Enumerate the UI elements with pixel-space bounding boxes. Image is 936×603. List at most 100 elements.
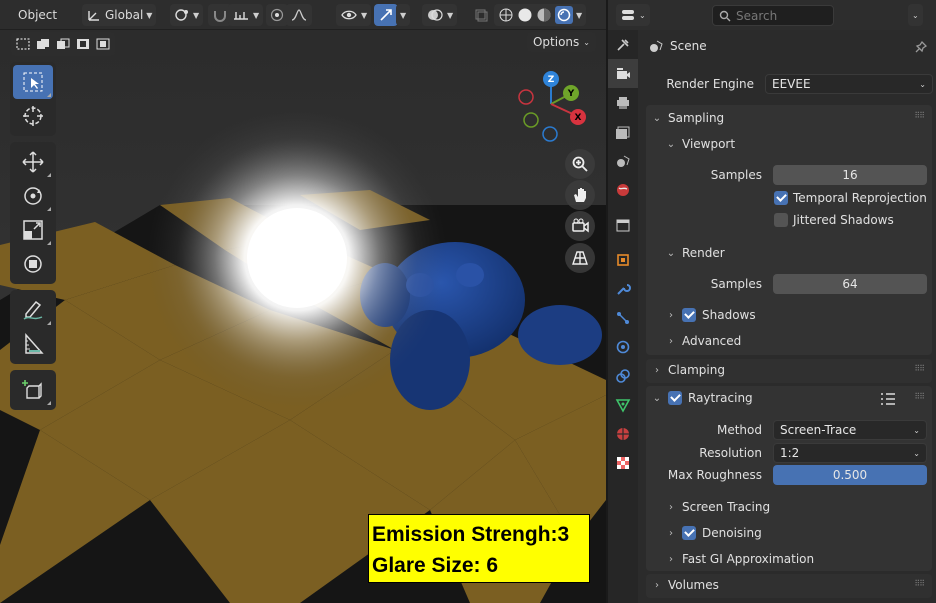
solid-shading-icon[interactable]	[517, 7, 533, 23]
zoom-button[interactable]	[565, 149, 595, 179]
material-shading-icon[interactable]	[536, 7, 552, 23]
options-dropdown[interactable]: Options ⌄	[526, 32, 596, 52]
volumes-header[interactable]: › Volumes	[652, 578, 719, 592]
chevron-down-icon: ⌄	[639, 10, 646, 20]
select-intersect-icon[interactable]	[94, 36, 112, 52]
drag-handle-icon[interactable]: ⠿⠿	[914, 392, 925, 401]
render-samples-field[interactable]: 64	[773, 274, 927, 294]
tool-rotate[interactable]	[13, 179, 53, 213]
output-printer-icon	[617, 96, 629, 109]
drag-handle-icon[interactable]: ⠿⠿	[914, 111, 925, 120]
perspective-toggle-button[interactable]	[565, 243, 595, 273]
drag-handle-icon[interactable]: ⠿⠿	[914, 579, 925, 588]
clamping-panel[interactable]: › Clamping ⠿⠿	[646, 359, 932, 383]
tab-tool[interactable]	[608, 30, 638, 59]
gizmo-dropdown[interactable]: ▼	[396, 4, 411, 26]
visibility-dropdown[interactable]: ▼	[336, 4, 372, 26]
tool-annotate[interactable]	[13, 293, 53, 327]
tool-measure[interactable]	[13, 327, 53, 361]
resolution-dropdown[interactable]: 1:2 ⌄	[773, 443, 927, 463]
drag-handle-icon[interactable]: ⠿⠿	[914, 364, 925, 373]
resolution-value: 1:2	[780, 446, 800, 460]
select-invert-icon[interactable]	[74, 36, 92, 52]
raytracing-checkbox[interactable]	[668, 391, 682, 405]
gizmo-toggle-button[interactable]	[374, 4, 398, 26]
temporal-reprojection-checkbox[interactable]: Temporal Reprojection	[774, 191, 927, 205]
rendered-shading-button[interactable]	[555, 6, 573, 24]
tool-cursor[interactable]	[13, 99, 53, 133]
tab-data[interactable]	[608, 390, 638, 419]
tab-constraints[interactable]	[608, 361, 638, 390]
header-menu-dropdown[interactable]: ⌄	[908, 4, 923, 26]
tab-object[interactable]	[608, 245, 638, 274]
tab-particles[interactable]	[608, 303, 638, 332]
method-dropdown[interactable]: Screen-Trace ⌄	[773, 420, 927, 440]
tool-transform[interactable]	[13, 247, 53, 281]
advanced-subpanel-header[interactable]: › Advanced	[666, 334, 741, 348]
tab-material[interactable]	[608, 419, 638, 448]
select-extend-icon[interactable]	[34, 36, 52, 52]
mode-dropdown[interactable]: Object	[14, 4, 61, 26]
select-subtract-icon[interactable]	[54, 36, 72, 52]
chevron-right-icon: ›	[655, 364, 659, 376]
tab-texture[interactable]	[608, 448, 638, 477]
pin-icon[interactable]	[914, 40, 928, 54]
render-title: Render	[682, 246, 725, 260]
shadows-checkbox[interactable]	[682, 308, 696, 322]
denoising-header[interactable]: › Denoising	[666, 526, 762, 540]
volumes-panel[interactable]: › Volumes ⠿⠿	[646, 574, 932, 598]
render-engine-value: EEVEE	[772, 77, 811, 91]
render-engine-dropdown[interactable]: EEVEE ⌄	[765, 74, 933, 94]
editor-type-dropdown[interactable]: ⌄	[616, 4, 650, 26]
tab-output[interactable]	[608, 88, 638, 117]
orientation-dropdown[interactable]: Global ▼	[82, 4, 157, 26]
xray-button[interactable]	[470, 4, 492, 26]
object-icon	[617, 253, 629, 266]
rotate-icon	[24, 187, 42, 205]
3d-viewport[interactable]: Z Y X Object Global ▼ ▼ ▼ ▼ ▼ ▼ ▼ Option…	[0, 0, 606, 603]
viewport-samples-field[interactable]: 16	[773, 165, 927, 185]
shadows-subpanel-header[interactable]: › Shadows	[666, 308, 756, 322]
viewport-subpanel-header[interactable]: ⌄ Viewport	[666, 137, 735, 151]
pan-button[interactable]	[565, 180, 595, 210]
camera-view-button[interactable]	[565, 211, 595, 241]
physics-icon	[616, 340, 630, 353]
raytracing-title: Raytracing	[688, 391, 753, 405]
tab-world[interactable]	[608, 175, 638, 204]
chevron-down-icon: ⌄	[652, 392, 662, 404]
snap-increment-icon	[234, 12, 248, 20]
tab-modifiers[interactable]	[608, 274, 638, 303]
snap-target-dropdown[interactable]: ▼	[228, 4, 264, 26]
fast-gi-header[interactable]: › Fast GI Approximation	[666, 552, 814, 566]
clamping-header[interactable]: › Clamping	[652, 363, 725, 377]
scene-icon	[650, 40, 663, 52]
screen-tracing-header[interactable]: › Screen Tracing	[666, 500, 770, 514]
properties-header: ⌄ Search ⌄	[608, 0, 936, 30]
falloff-dropdown[interactable]	[286, 4, 312, 26]
tab-view-layer[interactable]	[608, 117, 638, 146]
denoising-checkbox[interactable]	[682, 526, 696, 540]
list-options-icon[interactable]	[880, 392, 896, 406]
tool-scale[interactable]	[13, 213, 53, 247]
tab-render[interactable]	[608, 59, 638, 88]
proportional-edit-button[interactable]	[266, 4, 288, 26]
tab-physics[interactable]	[608, 332, 638, 361]
tool-add-cube[interactable]	[13, 373, 53, 407]
tool-move[interactable]	[13, 145, 53, 179]
overlays-button[interactable]: ▼	[422, 4, 458, 26]
tool-select-box[interactable]	[13, 65, 53, 99]
search-input[interactable]: Search	[712, 5, 834, 26]
chevron-right-icon: ›	[655, 579, 659, 591]
chevron-down-icon: ⌄	[583, 37, 590, 47]
max-roughness-slider[interactable]: 0.500	[773, 465, 927, 485]
sampling-header[interactable]: ⌄ Sampling	[652, 111, 724, 125]
render-subpanel-header[interactable]: ⌄ Render	[666, 246, 725, 260]
shading-modes[interactable]: ▼	[494, 4, 587, 26]
tab-collection[interactable]	[608, 210, 638, 239]
select-new-icon[interactable]	[14, 36, 32, 52]
tab-scene[interactable]	[608, 146, 638, 175]
jittered-shadows-checkbox[interactable]: Jittered Shadows	[774, 213, 894, 227]
pivot-dropdown[interactable]: ▼	[170, 4, 204, 26]
raytracing-header[interactable]: ⌄ Raytracing	[652, 391, 753, 405]
wireframe-shading-icon[interactable]	[498, 7, 514, 23]
